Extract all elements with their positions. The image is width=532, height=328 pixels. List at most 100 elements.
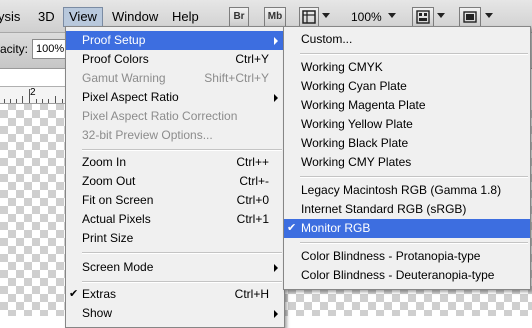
view-extras-button[interactable] xyxy=(299,7,319,27)
menu-window[interactable]: Window xyxy=(112,8,158,26)
menu-item-shortcut: Ctrl+H xyxy=(234,287,269,301)
submenu-arrow-icon xyxy=(274,264,278,272)
screen-mode-button[interactable] xyxy=(459,7,481,27)
menu-item-label: Working Yellow Plate xyxy=(301,117,413,131)
menu-item-label: Custom... xyxy=(301,32,353,46)
mini-bridge-button[interactable]: Mb xyxy=(264,7,286,27)
menu-item-working-cyan-plate[interactable]: Working Cyan Plate xyxy=(284,77,530,96)
ruler-tick xyxy=(29,89,30,103)
menu-item-label: Pixel Aspect Ratio Correction xyxy=(82,109,238,123)
menu-separator xyxy=(82,149,282,151)
menu-item-label: Legacy Macintosh RGB (Gamma 1.8) xyxy=(301,183,502,197)
menu-item-shortcut: Ctrl+1 xyxy=(236,212,269,226)
chevron-down-icon[interactable] xyxy=(388,13,396,18)
menu-item-label: Fit on Screen xyxy=(82,193,154,207)
grid-icon xyxy=(302,10,316,24)
menu-3d[interactable]: 3D xyxy=(38,8,55,26)
zoom-level[interactable]: 100% xyxy=(351,8,382,26)
menu-item-shortcut: Shift+Ctrl+Y xyxy=(204,71,269,85)
view-menu: Proof Setup Proof Colors Ctrl+Y Gamut Wa… xyxy=(65,26,285,328)
ruler-tick xyxy=(62,99,63,103)
menu-item-gamut-warning: Gamut Warning Shift+Ctrl+Y xyxy=(66,69,284,88)
menu-item-zoom-in[interactable]: Zoom In Ctrl++ xyxy=(66,153,284,172)
menu-item-screen-mode[interactable]: Screen Mode xyxy=(66,258,284,277)
menu-item-label: 32-bit Preview Options... xyxy=(82,128,213,142)
ruler-label: 2 xyxy=(30,87,36,98)
menu-item-monitor-rgb[interactable]: ✔ Monitor RGB xyxy=(284,219,530,238)
menu-separator xyxy=(300,176,528,178)
menu-separator xyxy=(300,53,528,55)
menu-item-label: Show xyxy=(82,306,113,320)
ruler-tick xyxy=(48,99,49,103)
ruler-tick xyxy=(22,96,23,103)
menu-item-pixel-aspect-ratio-correction: Pixel Aspect Ratio Correction xyxy=(66,107,284,126)
menu-separator xyxy=(82,281,282,283)
menu-item-label: Working CMYK xyxy=(301,60,383,74)
menu-item-actual-pixels[interactable]: Actual Pixels Ctrl+1 xyxy=(66,210,284,229)
menu-item-working-magenta-plate[interactable]: Working Magenta Plate xyxy=(284,96,530,115)
ruler-tick xyxy=(16,99,17,103)
menu-item-zoom-out[interactable]: Zoom Out Ctrl+- xyxy=(66,172,284,191)
submenu-arrow-icon xyxy=(274,37,278,45)
menu-item-shortcut: Ctrl++ xyxy=(236,155,269,169)
menu-item-label: Actual Pixels xyxy=(82,212,151,226)
menu-item-shortcut: Ctrl+0 xyxy=(236,193,269,207)
menu-item-proof-setup[interactable]: Proof Setup xyxy=(66,31,284,50)
menu-item-label: Gamut Warning xyxy=(82,71,166,85)
menu-item-show[interactable]: Show xyxy=(66,304,284,323)
chevron-down-icon[interactable] xyxy=(322,13,330,18)
menu-separator xyxy=(82,252,282,254)
horizontal-ruler: 2 xyxy=(0,86,70,104)
menu-item-32bit-preview-options: 32-bit Preview Options... xyxy=(66,126,284,145)
menu-item-shortcut: Ctrl+Y xyxy=(235,52,269,66)
menu-help[interactable]: Help xyxy=(172,8,199,26)
opacity-input[interactable]: 100% xyxy=(32,39,67,59)
menu-item-label: Extras xyxy=(82,287,117,301)
menu-item-proof-colors[interactable]: Proof Colors Ctrl+Y xyxy=(66,50,284,69)
menu-item-shortcut: Ctrl+- xyxy=(239,174,269,188)
ruler-tick xyxy=(4,99,5,103)
menu-item-label: Screen Mode xyxy=(82,260,154,274)
menu-item-label: Pixel Aspect Ratio xyxy=(82,90,179,104)
menu-item-label: Color Blindness - Protanopia-type xyxy=(301,249,481,263)
menu-view[interactable]: View xyxy=(63,7,103,27)
menu-item-label: Internet Standard RGB (sRGB) xyxy=(301,202,467,216)
menu-separator xyxy=(300,242,528,244)
menu-analysis[interactable]: ysis xyxy=(0,8,20,26)
menu-item-working-cmyk[interactable]: Working CMYK xyxy=(284,58,530,77)
menu-item-working-yellow-plate[interactable]: Working Yellow Plate xyxy=(284,115,530,134)
chevron-down-icon[interactable] xyxy=(485,13,493,18)
checkmark-icon: ✔ xyxy=(69,288,79,300)
menu-item-extras[interactable]: ✔ Extras Ctrl+H xyxy=(66,285,284,304)
menu-item-label: Working Black Plate xyxy=(301,136,409,150)
menu-item-protanopia[interactable]: Color Blindness - Protanopia-type xyxy=(284,247,530,266)
ruler-tick xyxy=(42,99,43,103)
ruler-tick xyxy=(55,96,56,103)
menu-item-label: Working CMY Plates xyxy=(301,155,412,169)
bridge-button[interactable]: Br xyxy=(229,7,249,27)
menu-item-label: Proof Setup xyxy=(82,33,146,47)
menu-item-label: Working Cyan Plate xyxy=(301,79,407,93)
menu-item-label: Zoom In xyxy=(82,155,127,169)
menu-item-label: Color Blindness - Deuteranopia-type xyxy=(301,268,495,282)
menu-item-working-cmy-plates[interactable]: Working CMY Plates xyxy=(284,153,530,172)
menu-item-print-size[interactable]: Print Size xyxy=(66,229,284,248)
checkmark-icon: ✔ xyxy=(287,222,297,234)
menu-item-label: Working Magenta Plate xyxy=(301,98,426,112)
menu-item-label: Print Size xyxy=(82,231,134,245)
menu-item-deuteranopia[interactable]: Color Blindness - Deuteranopia-type xyxy=(284,266,530,285)
menu-item-label: Monitor RGB xyxy=(301,221,371,235)
ruler-tick xyxy=(36,99,37,103)
menu-item-internet-standard-rgb[interactable]: Internet Standard RGB (sRGB) xyxy=(284,200,530,219)
opacity-label: acity: xyxy=(0,42,29,56)
menu-item-pixel-aspect-ratio[interactable]: Pixel Aspect Ratio xyxy=(66,88,284,107)
menu-item-working-black-plate[interactable]: Working Black Plate xyxy=(284,134,530,153)
menu-item-label: Zoom Out xyxy=(82,174,136,188)
ruler-tick xyxy=(10,99,11,103)
menu-item-custom[interactable]: Custom... xyxy=(284,30,530,49)
proof-setup-submenu: Custom... Working CMYK Working Cyan Plat… xyxy=(283,26,531,290)
menu-item-fit-on-screen[interactable]: Fit on Screen Ctrl+0 xyxy=(66,191,284,210)
chevron-down-icon[interactable] xyxy=(437,13,445,18)
menu-item-legacy-macintosh-rgb[interactable]: Legacy Macintosh RGB (Gamma 1.8) xyxy=(284,181,530,200)
arrange-documents-button[interactable] xyxy=(412,7,434,27)
